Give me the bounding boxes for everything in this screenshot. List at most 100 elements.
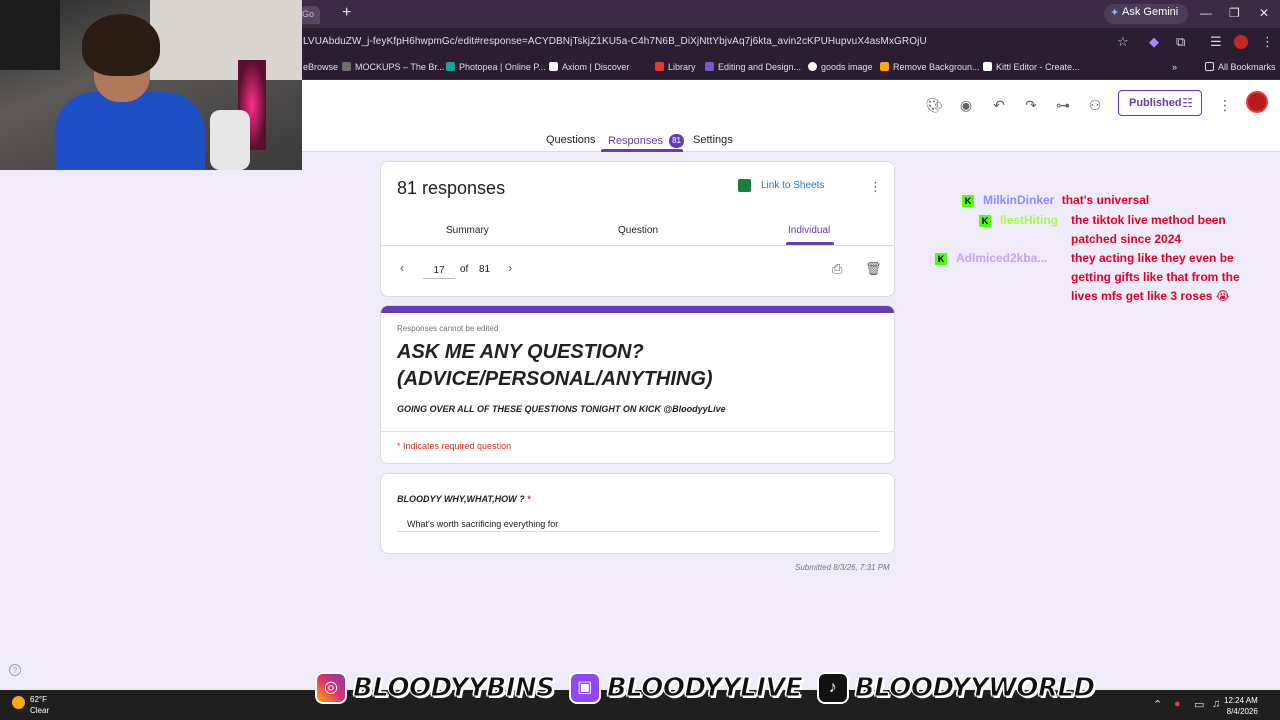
kick-badge-icon: K — [979, 215, 991, 227]
bookmark-star-icon[interactable]: ☆ — [1117, 34, 1129, 50]
bookmark-favicon-icon — [880, 62, 889, 71]
submitted-timestamp: Submitted 8/3/26, 7:31 PM — [795, 563, 890, 572]
published-button[interactable]: Published ☷ — [1118, 90, 1202, 116]
chat-message: K IlestHiting — [979, 211, 1058, 230]
chat-username: IlestHiting — [1000, 213, 1059, 227]
form-title: ASK ME ANY QUESTION? (ADVICE/PERSONAL/AN… — [397, 341, 713, 390]
bookmark-item[interactable]: Axiom | Discover — [549, 62, 629, 72]
question-answer: What's worth sacrificing everything for — [407, 519, 559, 529]
tab-settings[interactable]: Settings — [693, 134, 733, 146]
published-label: Published — [1129, 97, 1182, 109]
form-divider — [381, 431, 894, 432]
question-label: BLOODYY WHY,WHAT,HOW ? * — [397, 494, 531, 504]
close-icon[interactable]: ✕ — [1259, 6, 1269, 20]
print-icon[interactable]: ⎙ — [832, 261, 842, 277]
extensions-puzzle-icon[interactable]: ⧉ — [1176, 34, 1185, 50]
active-tab-indicator — [601, 149, 683, 152]
webcam-overlay — [0, 0, 302, 170]
webcam-background-wall — [150, 0, 302, 80]
card-divider — [381, 245, 894, 246]
social-tiktok: ♪ BLOODYYWORLD — [816, 672, 1096, 704]
social-handle: BLOODYYBINS — [352, 673, 555, 704]
tab-responses[interactable]: Responses 81 — [608, 134, 685, 148]
all-bookmarks-folder[interactable]: All Bookmarks — [1205, 62, 1276, 72]
weather-sun-icon — [12, 696, 25, 709]
social-twitch: ▣ BLOODYYLIVE — [568, 672, 803, 704]
social-banner: ◎ BLOODYYBINS ▣ BLOODYYLIVE ♪ BLOODYYWORLD — [315, 672, 1105, 710]
social-handle: BLOODYYLIVE — [606, 673, 803, 704]
display-icon[interactable]: ▭ — [1194, 698, 1204, 711]
subtab-individual[interactable]: Individual — [788, 225, 830, 236]
palette-icon[interactable]: 🎨︎ — [924, 95, 944, 115]
instagram-icon: ◎ — [315, 672, 347, 704]
subtab-question[interactable]: Question — [618, 225, 658, 236]
bookmark-favicon-icon — [705, 62, 714, 71]
social-handle: BLOODYYWORLD — [854, 673, 1095, 704]
previous-response-icon[interactable]: ‹ — [400, 260, 404, 275]
bookmark-favicon-icon — [808, 62, 817, 71]
tune-icon: ☷ — [1182, 96, 1193, 110]
bookmark-item[interactable]: Remove Backgroun... — [880, 62, 980, 72]
reading-list-icon[interactable]: ☰ — [1210, 34, 1222, 50]
more-options-icon[interactable]: ⋮ — [1215, 95, 1235, 115]
webcam-person-shirt — [55, 92, 205, 170]
restore-icon[interactable]: ❐ — [1229, 6, 1240, 20]
tab-questions[interactable]: Questions — [546, 134, 596, 146]
chat-text-block: they acting like they even be getting gi… — [1071, 251, 1240, 303]
help-icon[interactable]: ? — [9, 664, 21, 676]
undo-icon[interactable]: ↶ — [989, 95, 1009, 115]
subtab-summary[interactable]: Summary — [446, 225, 489, 236]
extension-icon[interactable]: ◆ — [1149, 34, 1159, 50]
weather-widget[interactable]: 62°F Clear — [12, 694, 49, 716]
bookmark-item[interactable]: eBrowse — [303, 62, 338, 72]
microphone-icon[interactable]: ● — [1174, 698, 1181, 710]
required-note: * Indicates required question — [397, 441, 512, 451]
responses-count-badge: 81 — [669, 134, 685, 148]
kick-badge-icon: K — [962, 195, 974, 207]
browser-tab[interactable]: Go — [300, 6, 320, 24]
browser-menu-icon[interactable]: ⋮ — [1261, 34, 1274, 50]
volume-icon[interactable]: ♫ — [1212, 698, 1220, 710]
tiktok-icon: ♪ — [816, 672, 849, 704]
chat-message: K Adlmiced2kba... — [935, 249, 1047, 268]
chat-text-block: the tiktok live method been patched sinc… — [1071, 213, 1226, 246]
responses-more-icon[interactable]: ⋮ — [869, 179, 882, 195]
form-header-card: Responses cannot be edited ASK ME ANY QU… — [380, 305, 895, 464]
gemini-spark-icon: ✦ — [1110, 7, 1120, 19]
ask-gemini-button[interactable]: ✦ Ask Gemini — [1104, 4, 1189, 24]
browser-profile-avatar[interactable] — [1234, 35, 1248, 49]
bookmark-item[interactable]: Photopea | Online P... — [446, 62, 546, 72]
delete-icon[interactable]: 🗑︎ — [865, 261, 882, 277]
preview-eye-icon[interactable]: ◉ — [956, 95, 976, 115]
tray-chevron-icon[interactable]: ⌃ — [1153, 698, 1162, 711]
add-collaborator-icon[interactable]: ⚇ — [1085, 95, 1105, 115]
bookmark-favicon-icon — [983, 62, 992, 71]
redo-icon[interactable]: ↷ — [1021, 95, 1041, 115]
response-number-input[interactable]: 17 — [423, 260, 455, 279]
minimize-icon[interactable]: — — [1200, 6, 1212, 20]
new-tab-button[interactable]: + — [342, 4, 351, 22]
bookmark-item[interactable]: Editing and Design... — [705, 62, 801, 72]
bookmark-item[interactable]: Kittl Editor - Create... — [983, 62, 1080, 72]
social-instagram: ◎ BLOODYYBINS — [315, 672, 555, 704]
more-bookmarks-icon[interactable]: » — [1172, 62, 1177, 72]
chat-text: that's universal — [1061, 193, 1150, 207]
bookmark-item[interactable]: Library — [655, 62, 696, 72]
link-to-sheets-button[interactable]: Link to Sheets — [738, 179, 824, 192]
chat-username: Adlmiced2kba... — [956, 251, 1048, 265]
answer-underline — [397, 531, 879, 532]
taskbar-clock[interactable]: 12:24 AM 8/4/2026 — [1224, 695, 1258, 717]
bookmark-item[interactable]: MOCKUPS – The Br... — [342, 62, 444, 72]
next-response-icon[interactable]: › — [508, 260, 512, 275]
form-accent-bar — [381, 306, 894, 313]
bookmark-favicon-icon — [446, 62, 455, 71]
link-icon[interactable]: ⊶ — [1053, 95, 1073, 115]
question-card: BLOODYY WHY,WHAT,HOW ? * What's worth sa… — [380, 473, 895, 554]
url-field[interactable]: LVUAbduZW_j-feyKfpH6hwpmGc/edit#response… — [303, 36, 927, 47]
bookmark-item[interactable]: goods image — [808, 62, 873, 72]
chat-username: MilkinDinker — [983, 193, 1055, 207]
sheets-icon — [738, 179, 751, 192]
bookmark-favicon-icon — [655, 62, 664, 71]
account-avatar[interactable] — [1246, 91, 1268, 113]
twitch-icon: ▣ — [568, 672, 601, 704]
